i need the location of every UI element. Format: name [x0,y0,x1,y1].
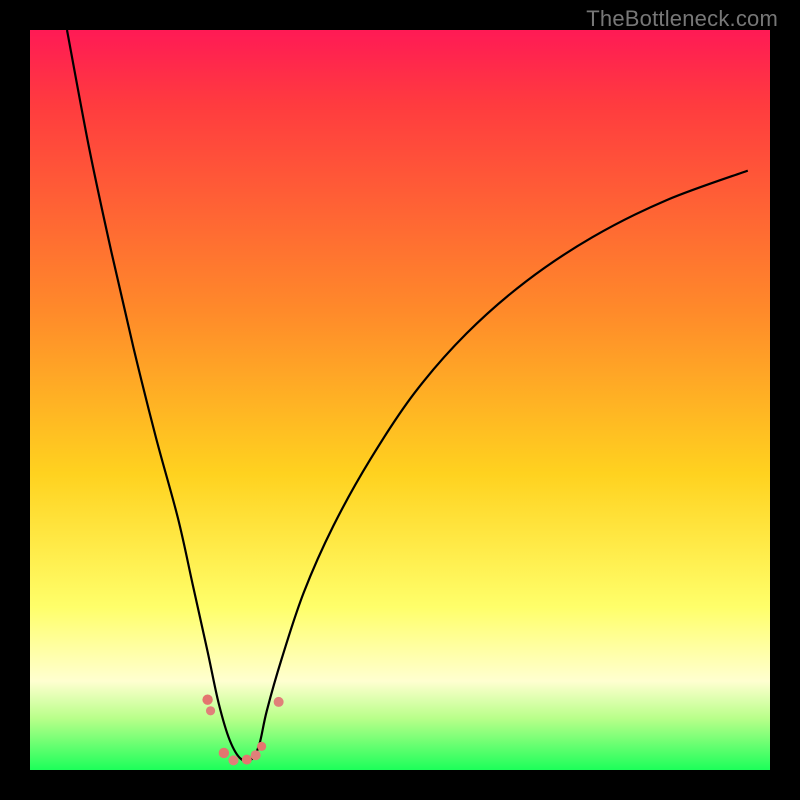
curve-marker [202,695,212,705]
chart-frame: TheBottleneck.com [0,0,800,800]
curve-marker [206,706,215,715]
curve-marker [274,697,284,707]
curve-marker [257,742,266,751]
curve-marker [219,748,229,758]
curve-markers [202,695,283,766]
plot-area [30,30,770,770]
watermark-text: TheBottleneck.com [586,6,778,32]
curve-layer [30,30,770,770]
curve-marker [229,755,239,765]
bottleneck-curve [67,30,748,761]
curve-marker [242,755,252,765]
curve-marker [251,750,261,760]
